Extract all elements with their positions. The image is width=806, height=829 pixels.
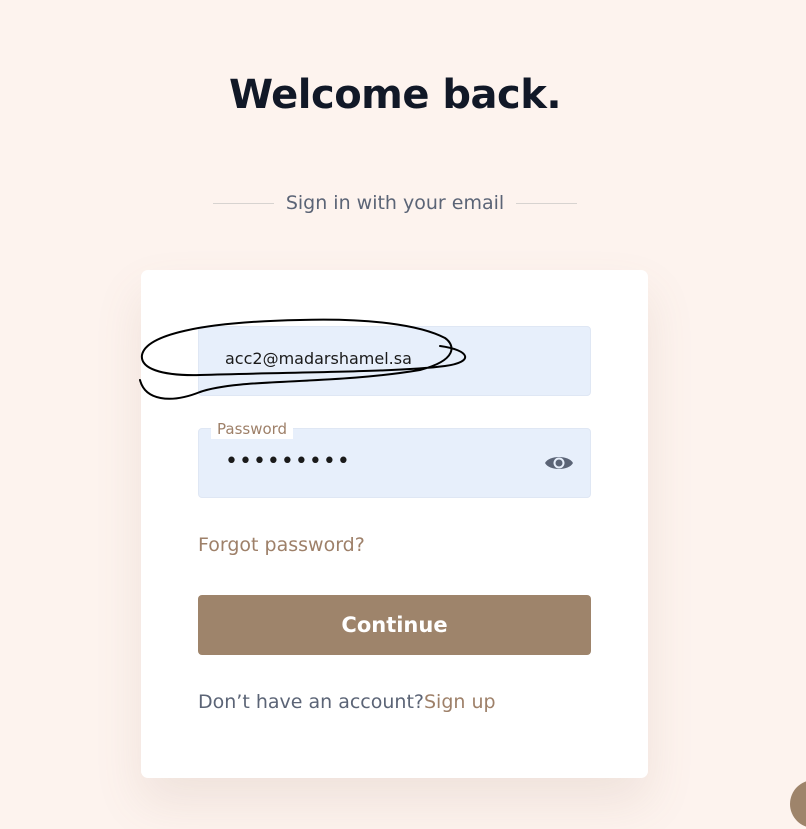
signin-subtitle: Sign in with your email: [285, 192, 505, 214]
email-value[interactable]: acc2@madarshamel.sa: [225, 349, 412, 368]
signin-card: acc2@madarshamel.sa Password ••••••••• F…: [141, 270, 648, 778]
signup-link[interactable]: Sign up: [424, 691, 496, 713]
password-value[interactable]: •••••••••: [225, 449, 351, 474]
page-title: Welcome back.: [228, 72, 562, 118]
signin-divider: Sign in with your email: [213, 190, 577, 216]
divider-line-left: [213, 202, 274, 204]
password-label: Password: [211, 419, 294, 439]
eye-icon[interactable]: [544, 451, 574, 475]
divider-line-right: [515, 202, 577, 204]
continue-button[interactable]: Continue: [198, 595, 591, 655]
forgot-password-link[interactable]: Forgot password?: [198, 534, 365, 556]
signup-row: Don’t have an account?Sign up: [198, 691, 496, 713]
password-field[interactable]: Password •••••••••: [198, 419, 591, 498]
email-field[interactable]: acc2@madarshamel.sa: [198, 326, 591, 396]
signup-prompt: Don’t have an account?: [198, 691, 424, 713]
chat-widget-button[interactable]: [790, 780, 806, 828]
